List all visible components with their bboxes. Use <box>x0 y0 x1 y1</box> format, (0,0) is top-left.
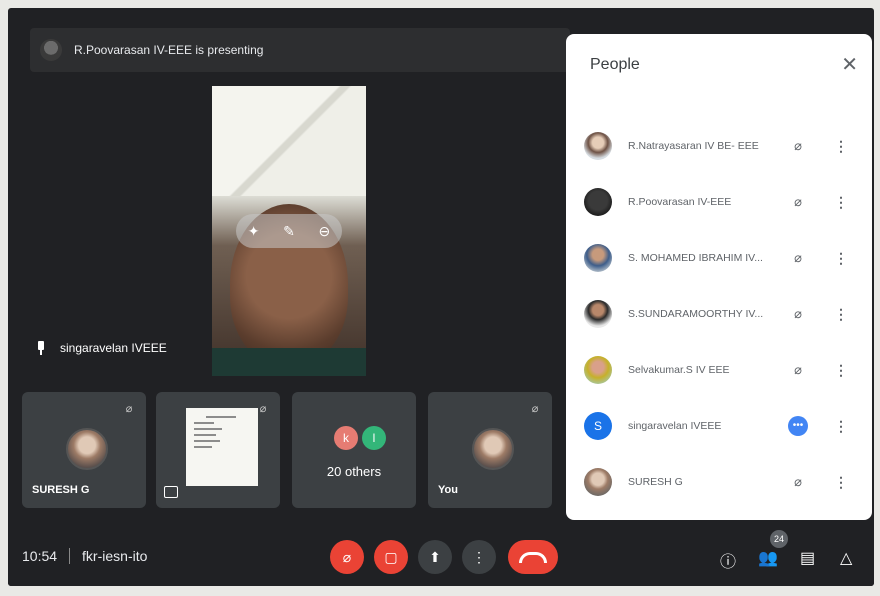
mic-icon[interactable]: ✎ <box>283 223 295 240</box>
mic-off-icon: ⌀ <box>794 250 802 265</box>
avatar <box>584 356 612 384</box>
more-icon: ⋮ <box>472 548 486 565</box>
participant-name: singaravelan IVEEE <box>628 420 722 432</box>
presenting-banner: R.Poovarasan IV-EEE is presenting <box>30 28 570 72</box>
speaker-shirt <box>212 348 366 376</box>
participant-row[interactable]: SURESH G ⌀ ⋮ <box>566 454 872 510</box>
more-icon[interactable]: ⋮ <box>834 474 848 491</box>
meeting-code: fkr-iesn-ito <box>82 548 148 564</box>
participant-row[interactable]: S.SUNDARAMOORTHY IV... ⌀ ⋮ <box>566 286 872 342</box>
people-count-badge: 24 <box>770 530 788 548</box>
participant-row[interactable]: Selvakumar.S IV EEE ⌀ ⋮ <box>566 342 872 398</box>
mic-off-icon: ⌀ <box>794 362 802 377</box>
participant-name: S. MOHAMED IBRAHIM IV... <box>628 252 763 264</box>
more-icon[interactable]: ⋮ <box>834 306 848 323</box>
camera-off-icon: ▢ <box>384 548 398 565</box>
leave-call-button[interactable] <box>508 540 558 574</box>
avatar <box>584 468 612 496</box>
avatar: l <box>362 426 386 450</box>
more-icon[interactable]: ⋮ <box>834 194 848 211</box>
panel-title: People <box>590 56 640 73</box>
avatar <box>584 132 612 160</box>
mic-off-icon: ⌀ <box>125 403 133 415</box>
participant-name: Selvakumar.S IV EEE <box>628 364 730 376</box>
remove-icon[interactable]: ⊖ <box>318 223 330 240</box>
participant-tile-presentation[interactable]: ⌀ <box>156 392 280 508</box>
present-icon: ⬆ <box>429 548 441 565</box>
divider <box>69 548 71 564</box>
tile-name: You <box>438 484 458 496</box>
pin-icon <box>36 341 46 355</box>
more-icon[interactable]: ⋮ <box>834 362 848 379</box>
participant-name: SURESH G <box>628 476 683 488</box>
info-icon[interactable]: ⓘ <box>720 548 736 572</box>
speaker-name: singaravelan IVEEE <box>60 341 167 355</box>
avatar <box>584 188 612 216</box>
avatar <box>66 428 108 470</box>
mic-off-icon: ⌀ <box>794 474 802 489</box>
present-icon <box>164 486 178 498</box>
avatar <box>584 244 612 272</box>
meeting-time: 10:54 <box>22 548 58 564</box>
presenting-text: R.Poovarasan IV-EEE is presenting <box>74 43 264 57</box>
avatar: S <box>584 412 612 440</box>
more-icon[interactable]: ⋮ <box>834 250 848 267</box>
participant-tile-suresh[interactable]: ⌀ SURESH G <box>22 392 146 508</box>
main-speaker-video[interactable]: ✦ ✎ ⊖ <box>212 86 366 376</box>
participant-row[interactable]: R.Poovarasan IV-EEE ⌀ ⋮ <box>566 174 872 230</box>
participant-tile-you[interactable]: ⌀ You <box>428 392 552 508</box>
mic-off-icon: ⌀ <box>794 194 802 209</box>
more-icon[interactable]: ⋮ <box>834 138 848 155</box>
participant-name: R.Natrayasaran IV BE- EEE <box>628 140 759 152</box>
speaking-indicator-icon: ••• <box>788 416 808 436</box>
more-options-button[interactable]: ⋮ <box>462 540 496 574</box>
chat-icon[interactable]: ▤ <box>800 548 815 568</box>
video-background <box>212 86 366 196</box>
participant-row[interactable]: S singaravelan IVEEE ••• ⋮ <box>566 398 872 454</box>
speaker-label: singaravelan IVEEE <box>36 341 167 355</box>
participant-row[interactable]: S. MOHAMED IBRAHIM IV... ⌀ ⋮ <box>566 230 872 286</box>
close-icon[interactable]: ✕ <box>841 52 858 77</box>
mic-off-icon: ⌀ <box>531 403 539 415</box>
tile-name: SURESH G <box>32 484 90 496</box>
hangup-icon <box>519 551 547 563</box>
activities-icon[interactable]: △ <box>840 548 852 568</box>
mic-off-icon: ⌀ <box>794 306 802 321</box>
document-thumbnail <box>186 408 258 486</box>
others-count: 20 others <box>326 464 382 479</box>
more-icon[interactable]: ⋮ <box>834 418 848 435</box>
presenter-avatar <box>40 39 62 61</box>
mic-off-icon: ⌀ <box>342 548 352 565</box>
present-button[interactable]: ⬆ <box>418 540 452 574</box>
tile-hover-controls: ✦ ✎ ⊖ <box>236 214 342 248</box>
people-panel: People ✕ R.Natrayasaran IV BE- EEE ⌀ ⋮ R… <box>566 34 872 520</box>
others-avatars: k l <box>334 426 386 450</box>
avatar: k <box>334 426 358 450</box>
people-icon[interactable]: 👥 <box>758 548 778 568</box>
participant-name: R.Poovarasan IV-EEE <box>628 196 732 208</box>
mic-off-icon: ⌀ <box>794 138 802 153</box>
avatar <box>584 300 612 328</box>
control-bar: 10:54 fkr-iesn-ito ⌀ ▢ ⬆ ⋮ ⓘ 👥 24 ▤ △ <box>8 526 874 586</box>
camera-toggle-button[interactable]: ▢ <box>374 540 408 574</box>
participant-tile-others[interactable]: k l 20 others <box>292 392 416 508</box>
meeting-details: 10:54 fkr-iesn-ito <box>22 548 147 564</box>
participant-name: S.SUNDARAMOORTHY IV... <box>628 308 764 320</box>
mic-off-icon: ⌀ <box>259 403 267 415</box>
avatar <box>472 428 514 470</box>
participant-row[interactable]: R.Natrayasaran IV BE- EEE ⌀ ⋮ <box>566 118 872 174</box>
pin-icon[interactable]: ✦ <box>248 223 260 240</box>
mic-toggle-button[interactable]: ⌀ <box>330 540 364 574</box>
